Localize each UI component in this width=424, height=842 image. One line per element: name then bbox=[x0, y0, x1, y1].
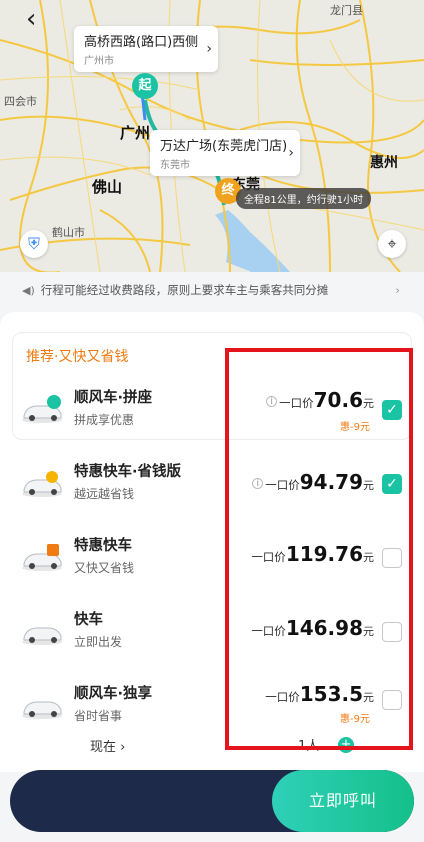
option-name: 顺风车·独享 bbox=[74, 686, 153, 702]
map-label-huizhou: 惠州 bbox=[370, 155, 398, 171]
option-subtitle: 立即出发 bbox=[74, 635, 123, 649]
end-location-city: 东莞市 bbox=[160, 160, 190, 171]
option-subtitle: 又快又省钱 bbox=[74, 561, 135, 575]
chevron-right-icon: › bbox=[395, 283, 400, 297]
option-name: 特惠快车 bbox=[74, 538, 132, 554]
map-label-foshan: 佛山 bbox=[92, 178, 123, 196]
option-subtitle: 省时省事 bbox=[74, 709, 123, 723]
back-arrow-icon[interactable]: ‹ bbox=[26, 6, 52, 32]
bottom-action-bar: 立即呼叫 bbox=[10, 770, 414, 832]
toll-notice[interactable]: ◀) 行程可能经过收费路段，原则上要求车主与乘客共同分摊 › bbox=[0, 272, 424, 308]
price-highlight-box bbox=[225, 348, 413, 750]
option-name: 顺风车·拼座 bbox=[74, 390, 153, 406]
start-location-city: 广州市 bbox=[84, 56, 114, 67]
car-icon bbox=[22, 627, 62, 645]
call-now-button[interactable]: 立即呼叫 bbox=[272, 770, 414, 832]
option-subtitle: 越远越省钱 bbox=[74, 487, 135, 501]
toll-notice-text: 行程可能经过收费路段，原则上要求车主与乘客共同分摊 bbox=[40, 283, 329, 297]
map-label-sihui: 四会市 bbox=[4, 95, 37, 108]
chevron-right-icon: › bbox=[288, 145, 294, 161]
option-name: 快车 bbox=[74, 612, 103, 628]
end-location-title: 万达广场(东莞虎门店) bbox=[160, 139, 288, 154]
map-label-heshan: 鹤山市 bbox=[52, 226, 85, 239]
recommend-title: 推荐·又快又省钱 bbox=[26, 349, 129, 365]
shield-icon[interactable]: ⛨ bbox=[20, 230, 48, 258]
map-label-longmen: 龙门县 bbox=[330, 4, 363, 17]
locate-icon[interactable]: ⌖ bbox=[378, 230, 406, 258]
start-location-title: 高桥西路(路口)西侧 bbox=[84, 35, 199, 50]
departure-time-picker[interactable]: 现在 › bbox=[90, 736, 125, 755]
start-pin-icon: 起 bbox=[132, 73, 158, 99]
express-car-icon bbox=[22, 471, 62, 497]
route-map[interactable]: ‹ 龙门县 四会市 广州 佛山 鹤山市 东莞 惠州 高桥西路(路口)西侧 广州市… bbox=[0, 0, 424, 272]
chevron-right-icon: › bbox=[206, 41, 212, 57]
option-subtitle: 拼成享优惠 bbox=[74, 413, 135, 427]
start-location-bubble[interactable]: 高桥西路(路口)西侧 广州市 › bbox=[74, 26, 218, 72]
car-icon bbox=[22, 701, 62, 719]
express-car-icon bbox=[22, 544, 62, 571]
map-label-guangzhou: 广州 bbox=[120, 124, 151, 142]
trip-info-pill: 全程81公里，约行驶1小时 bbox=[236, 188, 372, 209]
speaker-icon: ◀) bbox=[22, 283, 35, 297]
carpool-car-icon bbox=[22, 395, 62, 423]
option-name: 特惠快车·省钱版 bbox=[74, 464, 182, 480]
end-location-bubble[interactable]: 万达广场(东莞虎门店) 东莞市 › bbox=[150, 130, 300, 176]
